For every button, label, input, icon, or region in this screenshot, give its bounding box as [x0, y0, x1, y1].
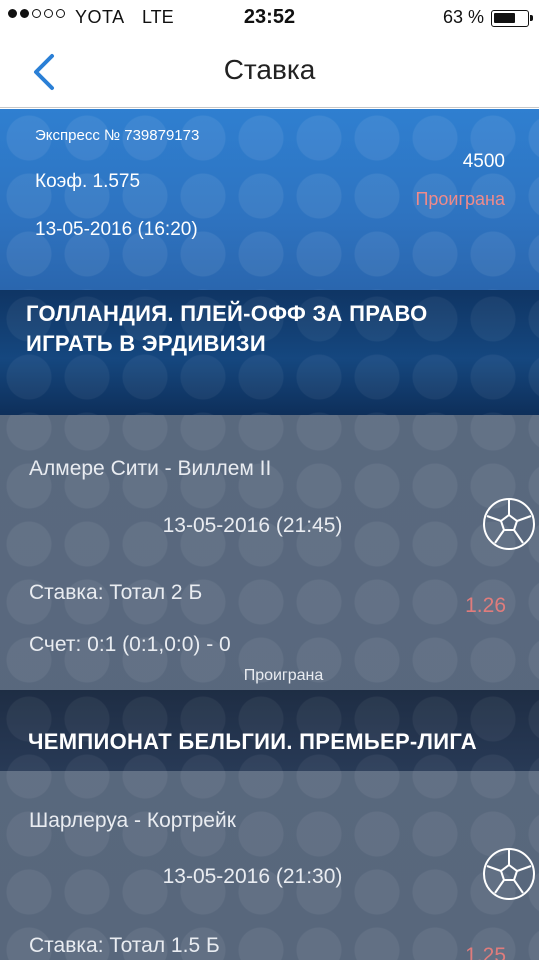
event-row[interactable]: Алмере Сити - Виллем II 13-05-2016 (21:4… [0, 415, 539, 690]
event-result: Проиграна [243, 667, 324, 684]
event-score: Счет: 0:1 (0:1,0:0) - 0 [29, 633, 231, 656]
league-header: ГОЛЛАНДИЯ. ПЛЕЙ-ОФФ ЗА ПРАВО ИГРАТЬ В ЭР… [0, 290, 539, 415]
bet-date: 13-05-2016 (16:20) [35, 219, 198, 240]
battery-icon [491, 10, 533, 27]
event-odds: 1.26 [465, 594, 506, 617]
event-stake: Ставка: Тотал 1.5 Б [29, 934, 220, 957]
bet-amount: 4500 [462, 151, 505, 172]
battery-percent: 63 % [442, 7, 484, 27]
bet-result: Проиграна [415, 189, 505, 209]
bet-summary: Экспресс № 739879173 Коэф. 1.575 13-05-2… [0, 109, 539, 290]
event-date: 13-05-2016 (21:30) [162, 865, 343, 888]
page-title: Ставка [223, 54, 316, 85]
bet-details: Экспресс № 739879173 Коэф. 1.575 13-05-2… [0, 109, 539, 960]
navigation-bar: Ставка [0, 36, 539, 108]
event-teams: Алмере Сити - Виллем II [29, 457, 272, 480]
soccer-ball-icon [483, 848, 535, 900]
event-date: 13-05-2016 (21:45) [162, 514, 343, 537]
bet-coefficient: Коэф. 1.575 [35, 171, 141, 192]
soccer-ball-icon [483, 498, 535, 550]
status-bar: YOTA LTE 23:52 63 % [0, 0, 539, 36]
event-stake: Ставка: Тотал 2 Б [29, 581, 203, 604]
express-number: Экспресс № 739879173 [35, 127, 200, 144]
event-row[interactable]: Шарлеруа - Кортрейк 13-05-2016 (21:30) С… [0, 771, 539, 960]
event-teams: Шарлеруа - Кортрейк [29, 809, 236, 832]
league-header: ЧЕМПИОНАТ БЕЛЬГИИ. ПРЕМЬЕР-ЛИГА [0, 690, 539, 771]
event-odds: 1.25 [465, 944, 506, 960]
